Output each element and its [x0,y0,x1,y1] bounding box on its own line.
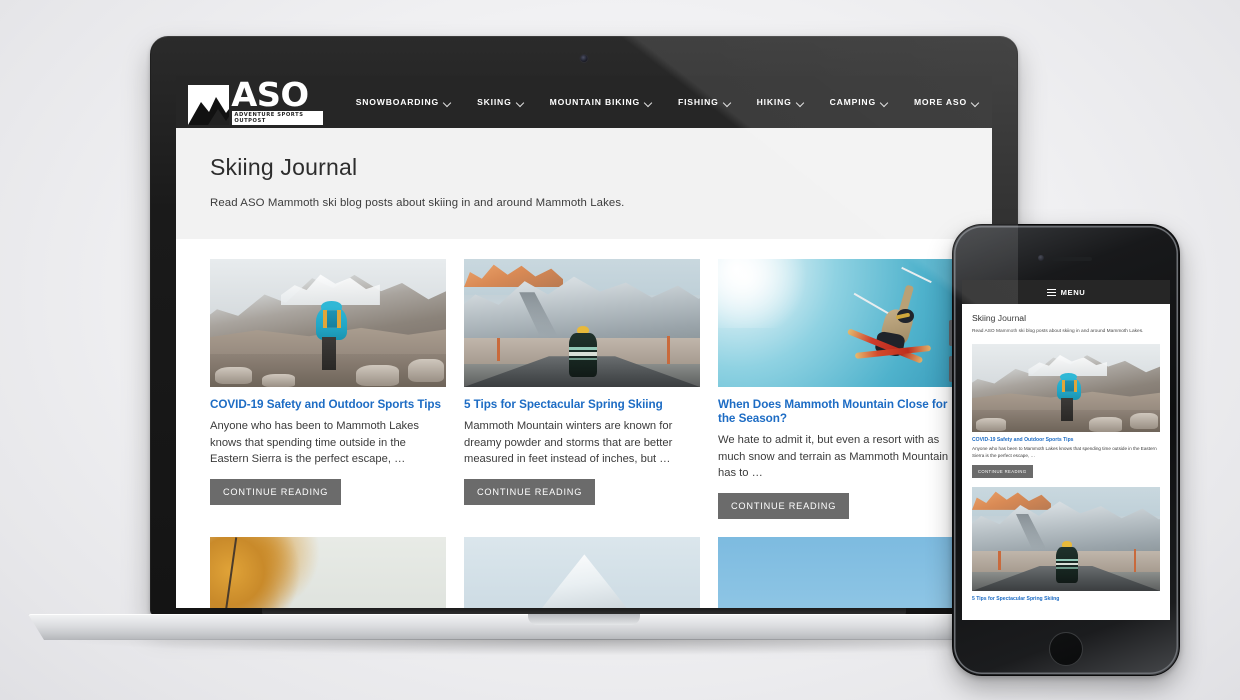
nav-label: FISHING [678,97,719,107]
mobile-post-card: 5 Tips for Spectacular Spring Skiing [972,487,1160,602]
page-subtitle: Read ASO Mammoth ski blog posts about sk… [210,197,625,209]
post-card: COVID-19 Safety and Outdoor Sports Tips … [210,259,446,519]
post-excerpt: Mammoth Mountain winters are known for d… [464,420,673,465]
continue-reading-button[interactable]: CONTINUE READING [464,478,596,505]
mobile-post-thumbnail-road[interactable] [972,487,1160,591]
page-header: Skiing Journal Read ASO Mammoth ski blog… [176,128,992,239]
mobile-post-card: COVID-19 Safety and Outdoor Sports Tips … [972,344,1160,478]
nav-label: SNOWBOARDING [355,97,440,107]
post-card: When Does Mammoth Mountain Close for the… [718,259,954,519]
post-thumbnail-hiker[interactable] [210,259,446,387]
continue-reading-button[interactable]: CONTINUE READING [718,492,850,519]
post-thumbnail-road[interactable] [464,259,700,387]
page-title: Skiing Journal [210,154,358,180]
post-excerpt: Anyone who has been to Mammoth Lakes kno… [210,420,419,465]
site-header: ASO ADVENTURE SPORTS OUTPOST SNOWBOARDIN… [176,76,992,128]
chevron-down-icon [444,99,451,106]
phone-volume-up-button[interactable] [949,320,952,346]
nav-label: CAMPING [829,97,876,107]
laptop-screen: ASO ADVENTURE SPORTS OUTPOST SNOWBOARDIN… [176,76,992,608]
mobile-post-thumbnail-hiker[interactable] [972,344,1160,433]
mobile-post-excerpt: Anyone who has been to Mammoth Lakes kno… [972,446,1157,459]
post-thumbnail-peak[interactable] [464,536,700,608]
mobile-continue-reading-button[interactable]: CONTINUE READING [972,465,1033,478]
laptop-device-mockup: ASO ADVENTURE SPORTS OUTPOST SNOWBOARDIN… [28,36,1140,655]
mobile-page-subtitle: Read ASO Mammoth ski blog posts about sk… [972,329,1144,334]
main-navigation: SNOWBOARDING SKIING MOUNTAIN BIKING FISH… [343,97,992,107]
chevron-down-icon [972,99,979,106]
post-thumbnail-blue-sky[interactable] [718,536,954,608]
nav-item-more-aso[interactable]: MORE ASO [901,97,992,107]
mobile-menu-label: MENU [1060,287,1086,297]
home-button[interactable] [1049,632,1083,666]
phone-screen: MENU Skiing Journal Read ASO Mammoth ski… [962,280,1170,620]
logo-wordmark: ASO [231,76,310,114]
desktop-website: ASO ADVENTURE SPORTS OUTPOST SNOWBOARDIN… [176,76,992,608]
mobile-post-title[interactable]: COVID-19 Safety and Outdoor Sports Tips [972,437,1160,443]
chevron-down-icon [881,99,888,106]
nav-label: SKIING [477,97,512,107]
webcam-icon [580,55,588,62]
post-grid-row-2 [176,519,992,608]
nav-item-snowboarding[interactable]: SNOWBOARDING [343,97,464,107]
phone-device-mockup: MENU Skiing Journal Read ASO Mammoth ski… [949,224,1180,676]
chevron-down-icon [645,99,652,106]
nav-label: MORE ASO [913,97,967,107]
nav-item-camping[interactable]: CAMPING [817,97,901,107]
post-grid: COVID-19 Safety and Outdoor Sports Tips … [176,239,992,519]
nav-label: HIKING [756,97,792,107]
chevron-down-icon [724,99,731,106]
nav-item-fishing[interactable]: FISHING [665,97,744,107]
nav-item-mountain-biking[interactable]: MOUNTAIN BIKING [537,97,665,107]
chevron-down-icon [797,99,804,106]
post-title[interactable]: COVID-19 Safety and Outdoor Sports Tips [210,398,446,412]
hamburger-menu-icon[interactable] [1046,288,1056,296]
continue-reading-button[interactable]: CONTINUE READING [210,478,342,505]
mobile-content: Skiing Journal Read ASO Mammoth ski blog… [962,304,1170,602]
nav-item-skiing[interactable]: SKIING [464,97,537,107]
post-thumbnail-skier[interactable] [718,259,954,387]
post-title[interactable]: When Does Mammoth Mountain Close for the… [718,398,954,426]
site-logo[interactable]: ASO ADVENTURE SPORTS OUTPOST [182,76,329,125]
mobile-page-title: Skiing Journal [972,313,1026,323]
earpiece-speaker-icon [1052,257,1092,261]
post-card: 5 Tips for Spectacular Spring Skiing Mam… [464,259,700,519]
mountain-logo-icon [188,85,230,125]
nav-item-hiking[interactable]: HIKING [744,97,817,107]
post-excerpt: We hate to admit it, but even a resort w… [718,434,949,479]
nav-label: MOUNTAIN BIKING [549,97,641,107]
post-title[interactable]: 5 Tips for Spectacular Spring Skiing [464,398,700,412]
chevron-down-icon [517,99,524,106]
laptop-base-notch [528,614,640,625]
mobile-header[interactable]: MENU [962,280,1170,304]
post-thumbnail-autumn[interactable] [210,536,446,608]
phone-volume-down-button[interactable] [949,356,952,382]
front-camera-icon [1038,255,1044,261]
mobile-post-title[interactable]: 5 Tips for Spectacular Spring Skiing [972,596,1160,602]
